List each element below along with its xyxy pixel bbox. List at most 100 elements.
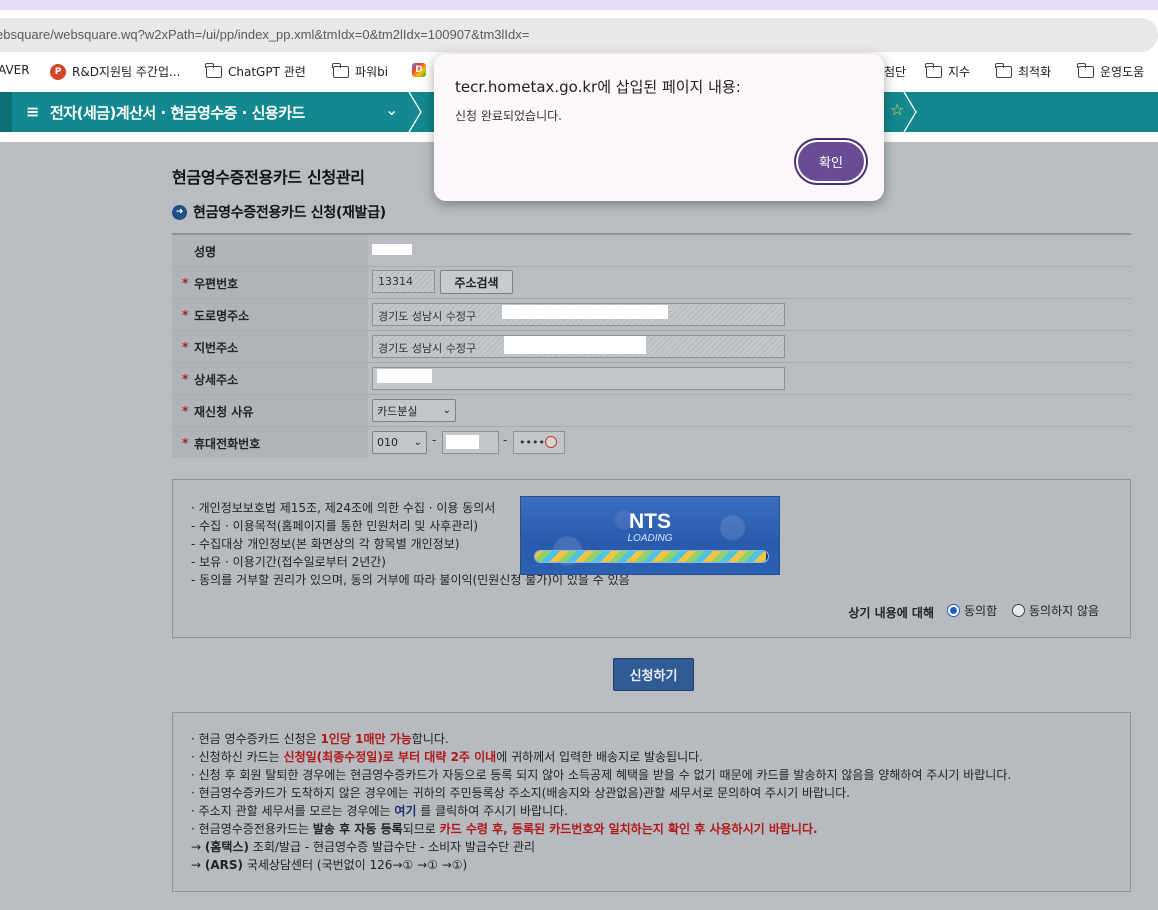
notice-bold: (홈택스) xyxy=(204,840,249,854)
breadcrumb-separator-icon xyxy=(903,92,917,132)
required-mark: * xyxy=(182,276,189,290)
redacted-phone-middle xyxy=(446,435,479,449)
apply-button[interactable]: 신청하기 xyxy=(613,658,694,691)
agree-radio[interactable]: 동의함 xyxy=(947,602,997,619)
bookmark-powerbi-folder[interactable]: 파워bi xyxy=(332,62,389,80)
notice-emphasis: 신청일(최종수정일)로 부터 대략 2주 이내 xyxy=(283,750,497,764)
folder-icon xyxy=(332,62,349,78)
dialog-ok-button[interactable]: 확인 xyxy=(796,140,866,183)
lot-address-label-text: 지번주소 xyxy=(194,341,239,355)
folder-icon xyxy=(925,62,942,78)
phone-last-input[interactable]: •••• xyxy=(513,431,565,454)
reason-selected-text: 카드분실 xyxy=(377,404,418,418)
address-search-button[interactable]: 주소검색 xyxy=(440,270,513,294)
form-row-lot-address: * 지번주소 경기도 성남시 수정구 xyxy=(172,331,1131,363)
alert-dialog: tecr.hometax.go.kr에 삽입된 페이지 내용: 신청 완료되었습… xyxy=(434,54,884,201)
name-label-text: 성명 xyxy=(194,245,217,259)
reason-label-text: 재신청 사유 xyxy=(194,405,254,419)
arrow-circle-icon: ➜ xyxy=(172,204,187,220)
chevron-down-icon: ⌄ xyxy=(442,405,451,416)
nts-logo-text: NTS xyxy=(629,510,671,533)
url-field[interactable]: ebsquare/websquare.wq?w2xPath=/ui/pp/ind… xyxy=(0,18,1158,52)
notice-line: · 신청하신 카드는 신청일(최종수정일)로 부터 대략 2주 이내에 귀하께서… xyxy=(191,748,1011,766)
loading-progress-fill xyxy=(535,551,766,562)
road-address-text: 경기도 성남시 수정구 xyxy=(378,310,477,323)
menu-icon[interactable]: ≡ xyxy=(26,102,39,121)
redacted-name xyxy=(372,244,412,255)
bookmark-rnd-weekly[interactable]: P R&D지원팀 주간업... xyxy=(50,63,180,80)
notice-line: · 주소지 관할 세무서를 모르는 경우에는 여기 를 클릭하여 주시기 바랍니… xyxy=(191,802,1011,820)
bookmark-app[interactable]: D xyxy=(412,63,426,77)
bookmark-label: R&D지원팀 주간업... xyxy=(72,65,181,79)
phone-last-masked-text: •••• xyxy=(519,436,545,449)
url-text: ebsquare/websquare.wq?w2xPath=/ui/pp/ind… xyxy=(0,27,530,42)
bookmark-cheomdan[interactable]: 첨단 xyxy=(884,63,906,80)
notice-text-part: → xyxy=(191,858,205,872)
form-row-detail-address: * 상세주소 xyxy=(172,363,1131,395)
bookmark-label: ChatGPT 관련 xyxy=(228,65,306,79)
required-mark: * xyxy=(182,308,189,322)
notice-text-part: · 신청하신 카드는 xyxy=(191,750,284,764)
phone-prefix-select[interactable]: 010 ⌄ xyxy=(372,431,427,454)
detail-address-label: * 상세주소 xyxy=(172,363,368,394)
redacted-detail-address xyxy=(377,369,432,383)
postcode-label-text: 우편번호 xyxy=(194,277,239,291)
notice-text-part: · 현금 영수증카드 신청은 xyxy=(191,732,321,746)
bookmark-naver[interactable]: AVER xyxy=(0,63,30,77)
form-row-postcode: * 우편번호 13314 주소검색 xyxy=(172,267,1131,299)
disagree-radio[interactable]: 동의하지 않음 xyxy=(1012,602,1099,619)
required-mark: * xyxy=(182,436,189,450)
phone-dash: - xyxy=(503,433,508,447)
bookmark-ops-help-folder[interactable]: 운영도움 xyxy=(1077,62,1144,80)
redacted-lot-address xyxy=(504,336,646,354)
consent-question: 상기 내용에 대해 xyxy=(848,606,934,620)
folder-icon xyxy=(1077,62,1094,78)
section-title-text: 현금영수증전용카드 신청(재발급) xyxy=(193,205,386,221)
notice-line: · 신청 후 회원 탈퇴한 경우에는 현금영수증카드가 자동으로 등록 되지 않… xyxy=(191,768,1012,782)
folder-icon xyxy=(995,62,1012,78)
phone-label: * 휴대전화번호 xyxy=(172,427,368,458)
notice-line: · 현금영수증카드가 도착하지 않은 경우에는 귀하의 주민등록상 주소지(배송… xyxy=(191,786,850,800)
notice-bold: (ARS) xyxy=(204,858,244,872)
notice-text-part: 되므로 xyxy=(402,822,440,836)
bookmark-index-folder[interactable]: 지수 xyxy=(925,62,970,80)
chevron-down-icon[interactable]: ⌄ xyxy=(385,100,398,119)
loading-subtitle: LOADING xyxy=(627,533,673,544)
bookmark-label: 최적화 xyxy=(1018,65,1052,79)
name-label: 성명 xyxy=(172,235,368,266)
page-title: 현금영수증전용카드 신청관리 xyxy=(172,168,365,187)
detail-address-input[interactable] xyxy=(372,367,785,390)
browser-top-strip xyxy=(0,0,1158,10)
nav-category-title[interactable]: 전자(세금)계산서 · 현금영수증 · 신용카드 xyxy=(50,102,305,123)
reason-label: * 재신청 사유 xyxy=(172,395,368,426)
form-row-road-address: * 도로명주소 경기도 성남시 수정구 xyxy=(172,299,1131,331)
application-form: 성명 * 우편번호 13314 주소검색 * 도로명주소 경기도 성남시 수정구 *… xyxy=(172,233,1131,459)
dialog-message: 신청 완료되었습니다. xyxy=(455,109,562,123)
bookmark-chatgpt-folder[interactable]: ChatGPT 관련 xyxy=(205,62,306,80)
chevron-down-icon: ⌄ xyxy=(413,437,422,448)
reason-select[interactable]: 카드분실 ⌄ xyxy=(372,399,456,422)
postcode-input[interactable]: 13314 xyxy=(372,270,435,293)
bookmark-optimize-folder[interactable]: 최적화 xyxy=(995,62,1052,80)
notice-text-part: · 주소지 관할 세무서를 모르는 경우에는 xyxy=(191,804,395,818)
road-address-label-text: 도로명주소 xyxy=(194,309,250,323)
folder-icon xyxy=(205,62,222,78)
bookmark-label: 파워bi xyxy=(355,65,389,79)
tax-office-link[interactable]: 여기 xyxy=(394,804,416,818)
lot-address-label: * 지번주소 xyxy=(172,331,368,362)
required-mark: * xyxy=(182,404,189,418)
redacted-road-address xyxy=(502,305,668,319)
notice-text-part: 조회/발급 - 현금영수증 발급수단 - 소비자 발급수단 관리 xyxy=(248,840,536,854)
keypad-security-icon[interactable] xyxy=(545,436,557,448)
notice-line: · 현금 영수증카드 신청은 1인당 1매만 가능합니다. xyxy=(191,730,1011,748)
breadcrumb-separator-icon xyxy=(408,92,422,132)
notice-text-part: · 현금영수증전용카드는 xyxy=(191,822,313,836)
notice-text-part: 합니다. xyxy=(411,732,449,746)
required-mark: * xyxy=(182,372,189,386)
nts-loading-overlay: NTS LOADING xyxy=(520,496,780,575)
detail-address-label-text: 상세주소 xyxy=(194,373,239,387)
notice-line: → (ARS) 국세상담센터 (국번없이 126→① →① →①) xyxy=(191,856,1011,874)
section-title: ➜ 현금영수증전용카드 신청(재발급) xyxy=(172,202,386,222)
notice-emphasis: 카드 수령 후, 등록된 카드번호와 일치하는지 확인 후 사용하시기 바랍니다… xyxy=(439,822,818,836)
notice-text-part: → xyxy=(191,840,205,854)
